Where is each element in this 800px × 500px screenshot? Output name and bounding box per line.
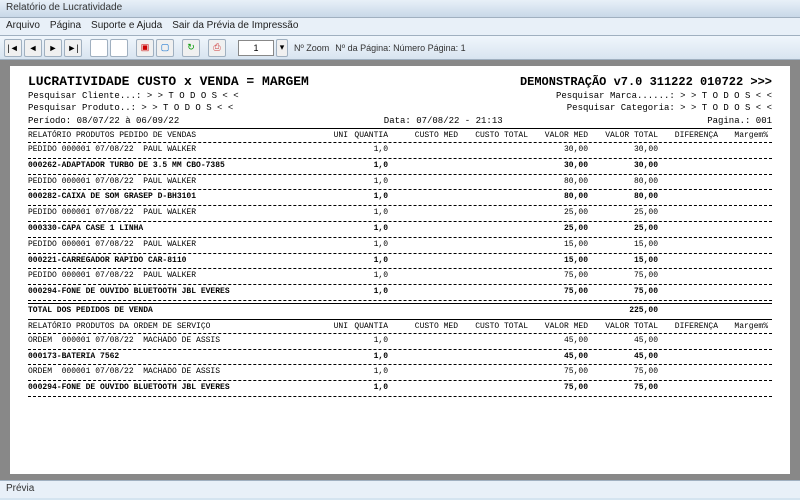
page-demo-label: DEMONSTRAÇÃO v7.0 311222 010722 >>>	[520, 75, 772, 89]
menu-suporte[interactable]: Suporte e Ajuda	[91, 20, 162, 33]
zoom-in-icon[interactable]: ▣	[136, 39, 154, 57]
table-row: PEDIDO 000001 07/08/22 PAUL WALKER1,015,…	[28, 240, 772, 251]
statusbar: Prévia	[0, 480, 800, 498]
page-number-label: Nº da Página: Número Página: 1	[335, 43, 465, 53]
table-row: PEDIDO 000001 07/08/22 PAUL WALKER1,030,…	[28, 145, 772, 156]
table-row: PEDIDO 000001 07/08/22 PAUL WALKER1,080,…	[28, 177, 772, 188]
menu-pagina[interactable]: Página	[50, 20, 81, 33]
table-row: 000173-BATERIA 75621,045,0045,00	[28, 352, 772, 363]
table-row: 000330-CAPA CASE 1 LINHA1,025,0025,00	[28, 224, 772, 235]
print-icon[interactable]: ⎙	[208, 39, 226, 57]
column-header-ordem: RELATÓRIO PRODUTOS DA ORDEM DE SERVIÇO U…	[28, 322, 772, 331]
nav-first-icon[interactable]: |◄	[4, 39, 22, 57]
table-row: 000262-ADAPTADOR TURBO DE 3.5 MM CBO-738…	[28, 161, 772, 172]
total-vendas-row: TOTAL DOS PEDIDOS DE VENDA 225,00	[28, 306, 772, 317]
window-titlebar: Relatório de Lucratividade	[0, 0, 800, 18]
table-row: 000294-FONE DE OUVIDO BLUETOOTH JBL EVER…	[28, 383, 772, 394]
refresh-icon[interactable]: ↻	[182, 39, 200, 57]
nav-next-icon[interactable]: ►	[44, 39, 62, 57]
status-label: Prévia	[6, 483, 34, 494]
menu-sair[interactable]: Sair da Prévia de Impressão	[172, 20, 298, 33]
zoom-input[interactable]	[238, 40, 274, 56]
toolbar: |◄ ◄ ► ►| ▣ ▢ ↻ ⎙ ▾ Nº Zoom Nº da Página…	[0, 36, 800, 60]
nav-prev-icon[interactable]: ◄	[24, 39, 42, 57]
pagina-label: Pagina.: 001	[707, 116, 772, 126]
menubar: Arquivo Página Suporte e Ajuda Sair da P…	[0, 18, 800, 36]
zoom-label: Nº Zoom	[294, 43, 329, 53]
table-row: 000282-CAIXA DE SOM GRASEP D-BH31011,080…	[28, 192, 772, 203]
table-row: 000221-CARREGADOR RAPIDO CAR-81101,015,0…	[28, 256, 772, 267]
table-row: ORDEM 000001 07/08/22 MACHADO DE ASSIS1,…	[28, 336, 772, 347]
page-title: LUCRATIVIDADE CUSTO x VENDA = MARGEM	[28, 74, 309, 89]
zoom-stepper[interactable]: ▾	[276, 39, 288, 57]
nav-last-icon[interactable]: ►|	[64, 39, 82, 57]
search-brand: Pesquisar Marca......: > > T O D O S < <	[556, 91, 772, 101]
table-row: PEDIDO 000001 07/08/22 PAUL WALKER1,075,…	[28, 271, 772, 282]
zoom-out-icon[interactable]: ▢	[156, 39, 174, 57]
menu-arquivo[interactable]: Arquivo	[6, 20, 40, 33]
period-label: Período: 08/07/22 à 06/09/22	[28, 116, 179, 126]
page-grid-icon[interactable]	[110, 39, 128, 57]
page-list-icon[interactable]	[90, 39, 108, 57]
print-preview-area: LUCRATIVIDADE CUSTO x VENDA = MARGEM DEM…	[0, 60, 800, 480]
column-header-vendas: RELATÓRIO PRODUTOS PEDIDO DE VENDAS UNI …	[28, 131, 772, 140]
search-category: Pesquisar Categoria: > > T O D O S < <	[567, 103, 772, 113]
table-row: ORDEM 000001 07/08/22 MACHADO DE ASSIS1,…	[28, 367, 772, 378]
search-product: Pesquisar Produto..: > > T O D O S < <	[28, 103, 233, 113]
window-title: Relatório de Lucratividade	[6, 2, 122, 13]
table-row: PEDIDO 000001 07/08/22 PAUL WALKER1,025,…	[28, 208, 772, 219]
report-page: LUCRATIVIDADE CUSTO x VENDA = MARGEM DEM…	[10, 66, 790, 474]
table-row: 000294-FONE DE OUVIDO BLUETOOTH JBL EVER…	[28, 287, 772, 298]
search-client: Pesquisar Cliente...: > > T O D O S < <	[28, 91, 239, 101]
date-label: Data: 07/08/22 - 21:13	[384, 116, 503, 126]
